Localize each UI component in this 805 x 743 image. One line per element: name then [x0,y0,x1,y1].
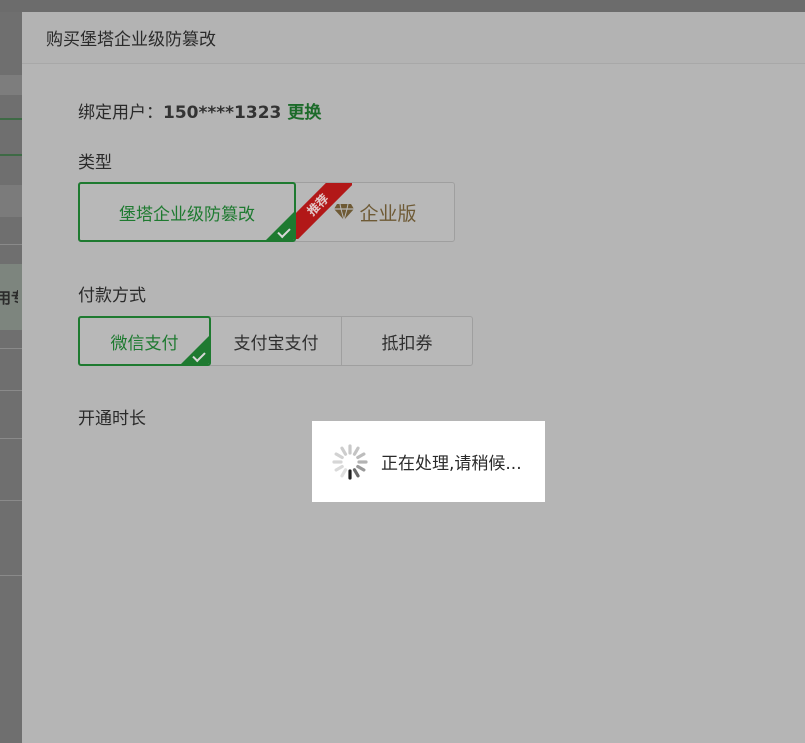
payment-option-label: 微信支付 [110,333,179,354]
type-selector: 堡塔企业级防篡改 推荐 企业版 [78,182,455,242]
background-divider [0,154,22,156]
loading-message: 正在处理,请稍候... [381,454,522,474]
background-row-divider [0,390,22,391]
bound-user-label: 绑定用户： [78,103,163,123]
type-option-label: 企业版 [359,202,417,225]
payment-option-wechat[interactable]: 微信支付 [78,316,211,366]
background-row-divider [0,244,22,245]
purchase-dialog: 购买堡塔企业级防篡改 绑定用户：150****1323 更换 类型 堡塔企业级防篡… [22,12,805,743]
background-divider [0,118,22,120]
payment-method-label: 付款方式 [78,286,146,306]
dialog-title: 购买堡塔企业级防篡改 [46,30,216,50]
payment-option-voucher[interactable]: 抵扣券 [342,317,472,365]
payment-option-label: 支付宝支付 [233,333,319,354]
recommend-ribbon-label: 推荐 [296,183,352,239]
duration-label: 开通时长 [78,409,146,429]
payment-option-label: 抵扣券 [381,333,433,354]
background-panel [0,75,22,95]
payment-method-selector: 微信支付 支付宝支付 抵扣券 [78,316,473,366]
background-row-divider [0,575,22,576]
background-top-bar [0,0,805,12]
loading-spinner-icon [332,443,368,480]
screen: 用专 购买堡塔企业级防篡改 绑定用户：150****1323更换 类型 堡塔企业… [0,0,805,743]
background-row-divider [0,438,22,439]
background-row-divider [0,348,22,349]
loading-toast: 正在处理,请稍候... [312,421,545,502]
bound-user-phone: 150****1323 [163,103,282,123]
change-user-link[interactable]: 更换 [287,103,321,123]
payment-option-alipay[interactable]: 支付宝支付 [211,317,342,365]
background-row-divider [0,500,22,501]
type-label: 类型 [78,153,112,173]
dialog-header: 购买堡塔企业级防篡改 [22,12,805,64]
background-text-fragment: 用专 [0,289,18,307]
background-page [0,12,22,743]
recommend-ribbon: 推荐 [296,183,352,239]
type-option-enterprise[interactable]: 推荐 企业版 [296,183,454,241]
type-option-anti-tamper[interactable]: 堡塔企业级防篡改 [78,182,296,242]
type-option-label: 堡塔企业级防篡改 [119,204,255,225]
bound-user-row: 绑定用户：150****1323 更换 [78,98,321,123]
background-panel [0,185,22,217]
